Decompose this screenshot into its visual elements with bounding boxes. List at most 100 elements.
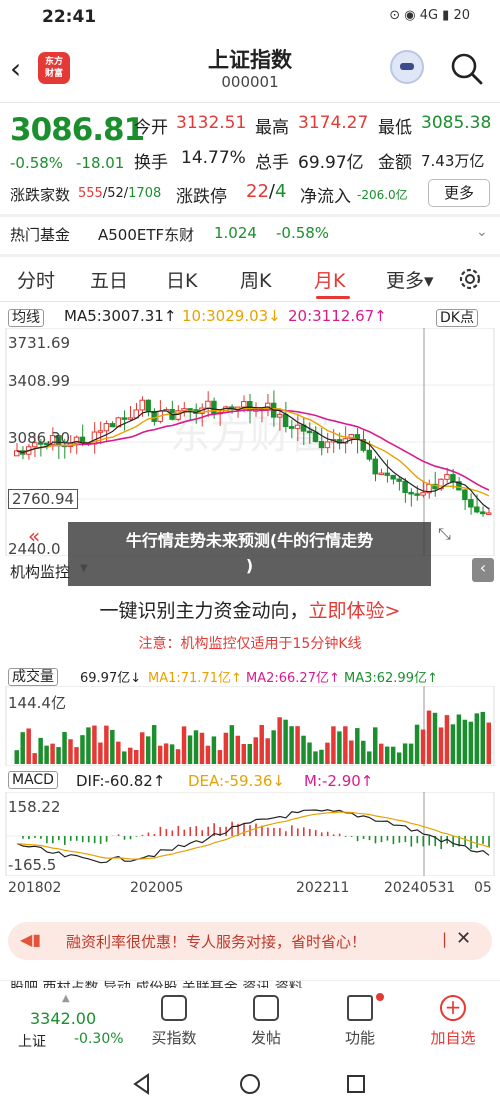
more-button[interactable]: 更多 [428, 179, 490, 207]
monitor-promo[interactable]: 一键识别主力资金动向，立即体验> 注意：机构监控仅适用于15分钟K线 [0, 594, 500, 656]
macd-bar [135, 836, 138, 837]
macd-bar [255, 823, 257, 836]
macd-bar [380, 836, 383, 843]
volume-bar [414, 724, 420, 764]
volume-bar [139, 732, 145, 764]
recents-nav-icon[interactable] [344, 1072, 368, 1096]
tab-daily-k[interactable]: 日K [166, 266, 197, 293]
collapse-panel-icon[interactable]: ‹ [472, 558, 494, 582]
add-watchlist-button[interactable]: + 加自选 [413, 995, 493, 1048]
hot-fund-pct: -0.58% [276, 224, 330, 242]
macd-bar [470, 836, 472, 850]
turnover-label: 换手 [134, 153, 168, 173]
candle [450, 474, 456, 483]
volume-bar [104, 725, 109, 764]
functions-button[interactable]: 功能 [320, 993, 400, 1048]
volume-bar [86, 727, 91, 764]
candle [444, 474, 450, 480]
macd-bar [440, 836, 443, 850]
date-axis: 201802 202005 202211 20240531 05 [0, 878, 500, 900]
caret-up-icon: ▲ [62, 993, 70, 1004]
candle [372, 458, 378, 475]
volume-bar [110, 729, 115, 764]
macd-m: M:-2.90↑ [304, 772, 374, 790]
macd-bar [22, 836, 24, 839]
tab-intraday[interactable]: 分时 [17, 266, 55, 293]
macd-bar [75, 836, 78, 841]
candle [181, 408, 187, 412]
macd-bar [99, 836, 102, 844]
back-nav-icon[interactable] [130, 1072, 154, 1096]
dk-point-selector[interactable]: DK点 [436, 307, 478, 327]
stock-code: 000001 [221, 73, 279, 91]
macd-bar [291, 825, 293, 836]
hot-fund-name[interactable]: A500ETF东财 [98, 224, 194, 245]
macd-bar [267, 827, 269, 836]
macd-bar [201, 830, 204, 836]
candle [468, 499, 474, 508]
macd-bar [225, 826, 227, 836]
volume-bar [163, 743, 169, 764]
macd-bar [153, 834, 156, 836]
candle [103, 423, 110, 432]
volume-bar [283, 719, 288, 764]
volume-bar [145, 736, 151, 764]
edit-icon [253, 995, 279, 1021]
volume-bar [277, 717, 282, 764]
ad-banner[interactable]: ◀▮ 融资利率很优惠！专人服务对接，省时省心！ | ✕ [8, 922, 492, 960]
clock: 22:41 [42, 7, 97, 27]
post-button[interactable]: 发帖 [226, 995, 306, 1048]
macd-bar [297, 828, 299, 836]
volume-bar [116, 741, 121, 764]
tab-five-day[interactable]: 五日 [90, 266, 128, 293]
index-price[interactable]: 3342.00 [30, 1009, 96, 1028]
macd-bar [69, 836, 72, 841]
macd-bar [231, 821, 233, 836]
tab-more[interactable]: 更多▾ [386, 266, 434, 293]
assistant-robot-icon[interactable] [390, 50, 424, 84]
macd-bar [243, 823, 245, 836]
close-icon[interactable]: ✕ [456, 928, 471, 949]
candle [121, 417, 128, 420]
volume-chart[interactable] [0, 686, 500, 766]
candle [145, 399, 151, 412]
macd-bar [362, 836, 365, 839]
expand-icon[interactable]: ⤡ [438, 524, 451, 544]
ma-selector[interactable]: 均线 [8, 307, 44, 327]
macd-bar [189, 827, 192, 836]
macd-bar [123, 836, 126, 840]
buy-index-button[interactable]: 买指数 [134, 995, 214, 1048]
candle [390, 474, 396, 480]
candle [318, 441, 325, 449]
volume-ma1: MA1:71.71亿↑ [148, 671, 242, 686]
chart-icon [161, 995, 187, 1021]
try-now-link[interactable]: 立即体验> [309, 600, 401, 622]
tab-monthly-k[interactable]: 月K [314, 266, 345, 293]
candle [462, 489, 468, 501]
volume-bar [361, 740, 366, 764]
amount-value: 7.43万亿 [421, 152, 485, 170]
macd-selector[interactable]: MACD [8, 771, 58, 789]
candle [282, 413, 289, 428]
system-nav-bar [0, 1056, 500, 1111]
home-nav-icon[interactable] [238, 1072, 262, 1096]
volume-bar [301, 735, 306, 764]
collapse-left-icon[interactable]: « [28, 524, 40, 548]
candle [79, 436, 86, 444]
tab-weekly-k[interactable]: 周K [240, 266, 271, 293]
volume-bar [265, 738, 270, 764]
volume-selector[interactable]: 成交量 [8, 666, 58, 686]
macd-chart[interactable] [0, 792, 500, 876]
macd-bar [392, 836, 395, 845]
search-icon[interactable] [448, 50, 484, 86]
volume-ymax: 144.4亿 [8, 694, 66, 712]
chevron-down-icon[interactable]: ⌄ [476, 224, 488, 240]
gear-icon[interactable] [456, 265, 484, 293]
index-pct: -0.30% [74, 1031, 124, 1047]
macd-bar [28, 836, 30, 840]
macd-bar [46, 836, 48, 844]
macd-bar [320, 832, 323, 836]
macd-bar [374, 836, 377, 844]
volume-bar [68, 739, 73, 764]
monitor-label[interactable]: 机构监控 [10, 561, 70, 582]
